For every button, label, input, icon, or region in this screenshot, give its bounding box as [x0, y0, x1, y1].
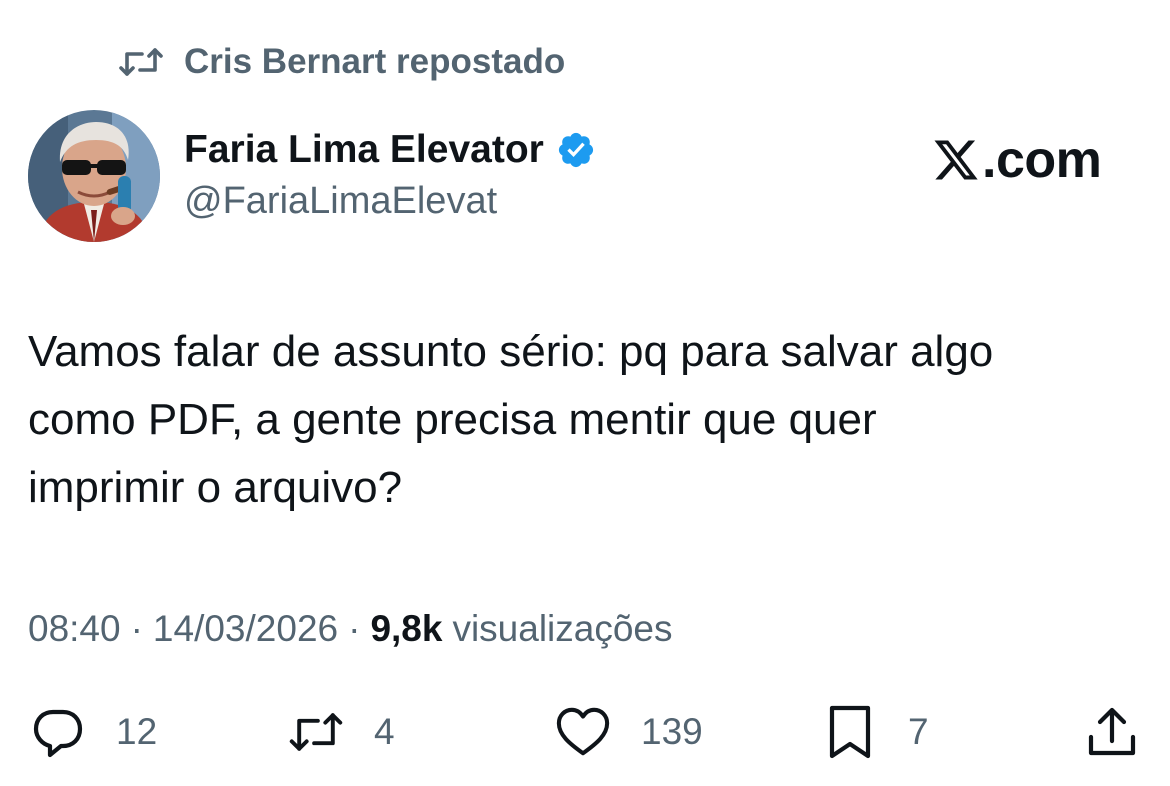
tweet-time[interactable]: 08:40 — [28, 608, 121, 650]
reply-icon — [30, 704, 86, 760]
tweet-text-line: Vamos falar de assunto sério: pq para sa… — [28, 327, 994, 376]
repost-count: 4 — [374, 711, 395, 752]
action-bar: 12 4 139 7 — [0, 700, 1170, 764]
bookmark-icon — [822, 704, 878, 760]
meta-separator: · — [130, 608, 143, 649]
views-count[interactable]: 9,8k — [370, 608, 442, 650]
like-count: 139 — [641, 711, 703, 752]
author-display-name[interactable]: Faria Lima Elevator — [184, 128, 544, 172]
repost-icon — [288, 704, 344, 760]
reply-count: 12 — [116, 711, 158, 752]
site-logo: .com — [932, 128, 1102, 192]
tweet-meta: 08:40 · 14/03/2026 · 9,8k visualizações — [28, 604, 673, 654]
like-button[interactable]: 139 — [555, 700, 703, 764]
bookmark-count: 7 — [908, 711, 929, 752]
tweet-text-line: imprimir o arquivo? — [28, 463, 403, 512]
meta-separator: · — [348, 608, 361, 649]
tweet-text: Vamos falar de assunto sério: pq para sa… — [28, 318, 1153, 522]
repost-icon — [118, 47, 164, 77]
repost-button[interactable]: 4 — [288, 700, 395, 764]
share-button[interactable] — [1084, 700, 1140, 764]
reply-button[interactable]: 12 — [30, 700, 157, 764]
views-label[interactable]: visualizações — [452, 608, 672, 650]
heart-icon — [555, 704, 611, 760]
tweet-date[interactable]: 14/03/2026 — [153, 608, 338, 650]
bookmark-button[interactable]: 7 — [822, 700, 929, 764]
site-domain: .com — [982, 131, 1102, 189]
repost-banner[interactable]: Cris Bernart repostado — [118, 40, 565, 84]
verified-badge-icon — [556, 130, 596, 170]
author-handle[interactable]: @FariaLimaElevat — [184, 180, 497, 223]
share-icon — [1084, 704, 1140, 760]
x-logo-icon — [932, 136, 980, 184]
author-name-row[interactable]: Faria Lima Elevator — [184, 124, 596, 176]
tweet-text-line: como PDF, a gente precisa mentir que que… — [28, 395, 877, 444]
repost-banner-text: Cris Bernart repostado — [184, 42, 566, 81]
avatar[interactable] — [28, 110, 160, 242]
